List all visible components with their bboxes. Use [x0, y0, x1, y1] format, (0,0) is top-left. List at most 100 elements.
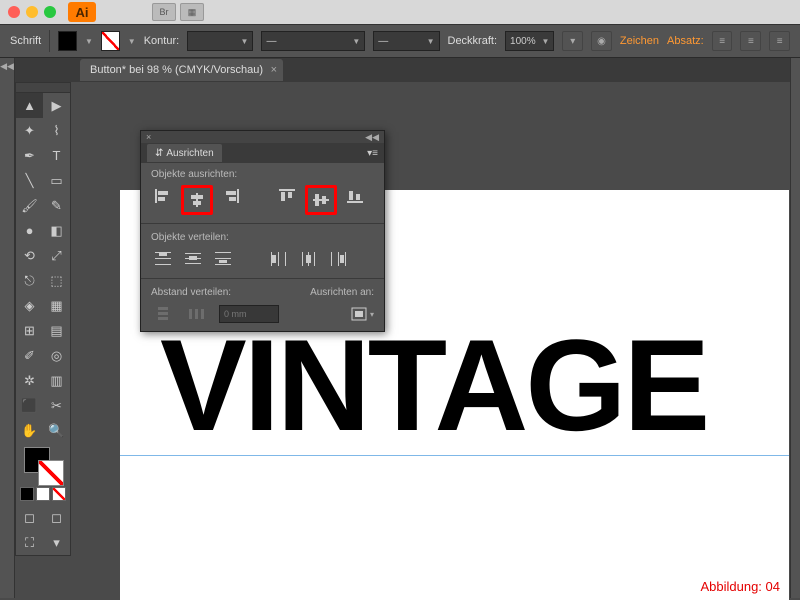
shape-builder-tool[interactable]: ◈ — [16, 293, 43, 318]
separator — [141, 223, 384, 224]
right-panel-rail[interactable] — [790, 58, 800, 598]
blend-tool[interactable]: ◎ — [43, 343, 70, 368]
stroke-profile-select[interactable]: —▼ — [261, 31, 365, 51]
align-vcenter-button[interactable] — [309, 189, 333, 211]
chevron-down-icon[interactable]: ▼ — [128, 37, 136, 46]
recolor-icon[interactable]: ◉ — [591, 31, 612, 51]
dist-vcenter-button[interactable] — [181, 248, 205, 270]
none-mode-icon[interactable] — [52, 487, 66, 501]
dist-hspace-button[interactable] — [185, 303, 209, 325]
chevron-down-icon[interactable]: ▼ — [85, 37, 93, 46]
app-logo-icon: Ai — [68, 2, 96, 22]
control-bar: Schrift ▼ ▼ Kontur: ▼ —▼ —▼ Deckkraft: 1… — [0, 24, 800, 58]
control-context-label: Schrift — [10, 35, 41, 47]
spacing-value-input: 0 mm — [219, 305, 279, 323]
section-label-distribute-objects: Objekte verteilen: — [151, 232, 374, 243]
section-label-distribute-spacing: Abstand verteilen: — [151, 287, 300, 298]
magic-wand-tool[interactable]: ✦ — [16, 118, 43, 143]
brush-select[interactable]: —▼ — [373, 31, 439, 51]
panel-menu-icon[interactable]: ▾≡ — [367, 148, 378, 159]
eyedropper-tool[interactable]: ✐ — [16, 343, 43, 368]
fill-swatch[interactable] — [58, 31, 77, 51]
selection-tool[interactable]: ▲ — [16, 93, 43, 118]
blob-brush-tool[interactable]: ● — [16, 218, 43, 243]
close-icon[interactable]: × — [146, 132, 151, 142]
arrange-docs-button[interactable]: ▦ — [180, 3, 204, 21]
draw-behind-icon[interactable]: ◻ — [43, 505, 70, 530]
paintbrush-tool[interactable]: 🖌 — [16, 193, 43, 218]
fill-stroke-control[interactable] — [16, 443, 70, 487]
highlight-marker — [305, 185, 337, 215]
free-transform-tool[interactable]: ⬚ — [43, 268, 70, 293]
document-tab[interactable]: Button* bei 98 % (CMYK/Vorschau) — [80, 59, 283, 81]
dist-bottom-button[interactable] — [211, 248, 235, 270]
align-top-button[interactable] — [275, 185, 299, 207]
type-tool[interactable]: T — [43, 143, 70, 168]
left-panel-rail[interactable]: ◀◀ — [0, 58, 15, 598]
zoom-tool[interactable]: 🔍 — [43, 418, 70, 443]
screen-mode-icon[interactable]: ⛶ — [16, 530, 43, 555]
collapse-icon[interactable]: ◀◀ — [365, 132, 379, 143]
separator — [141, 278, 384, 279]
change-screen-icon[interactable]: ▾ — [43, 530, 70, 555]
align-panel: × ◀◀ ⇵Ausrichten ▾≡ Objekte ausrichten: — [140, 130, 385, 332]
paragraph-panel-link[interactable]: Absatz: — [667, 35, 704, 47]
scale-tool[interactable]: ⤢ — [43, 243, 70, 268]
align-to-select[interactable]: ▾ — [350, 303, 374, 325]
pen-tool[interactable]: ✒ — [16, 143, 43, 168]
pencil-tool[interactable]: ✎ — [43, 193, 70, 218]
rotate-tool[interactable]: ⟲ — [16, 243, 43, 268]
stroke-label: Kontur: — [144, 35, 179, 47]
style-select[interactable]: ▾ — [562, 31, 583, 51]
opacity-input[interactable]: 100%▼ — [505, 31, 554, 51]
maximize-window-icon[interactable] — [44, 6, 56, 18]
section-label-align-objects: Objekte ausrichten: — [151, 169, 374, 180]
symbol-sprayer-tool[interactable]: ✲ — [16, 368, 43, 393]
stroke-color-icon[interactable] — [38, 460, 64, 486]
hand-tool[interactable]: ✋ — [16, 418, 43, 443]
toolbox-header[interactable] — [16, 83, 70, 93]
artboard-tool[interactable]: ⬛ — [16, 393, 43, 418]
section-label-align-to: Ausrichten an: — [310, 287, 374, 298]
line-tool[interactable]: ╲ — [16, 168, 43, 193]
graph-tool[interactable]: ▥ — [43, 368, 70, 393]
dist-hcenter-button[interactable] — [297, 248, 321, 270]
perspective-tool[interactable]: ▦ — [43, 293, 70, 318]
slice-tool[interactable]: ✂ — [43, 393, 70, 418]
eraser-tool[interactable]: ◧ — [43, 218, 70, 243]
align-hcenter-button[interactable] — [185, 189, 209, 211]
stroke-weight-input[interactable]: ▼ — [187, 31, 253, 51]
panel-tab-align[interactable]: ⇵Ausrichten — [147, 144, 222, 162]
color-mode-icon[interactable] — [20, 487, 34, 501]
align-right-button[interactable] — [219, 185, 243, 207]
align-center-icon[interactable]: ≡ — [740, 31, 761, 51]
stroke-swatch[interactable] — [101, 31, 120, 51]
dist-left-button[interactable] — [267, 248, 291, 270]
highlight-marker — [181, 185, 213, 215]
minimize-window-icon[interactable] — [26, 6, 38, 18]
draw-normal-icon[interactable]: ◻ — [16, 505, 43, 530]
align-right-icon[interactable]: ≡ — [769, 31, 790, 51]
opacity-label: Deckkraft: — [448, 35, 498, 47]
close-window-icon[interactable] — [8, 6, 20, 18]
bridge-button[interactable]: Br — [152, 3, 176, 21]
gradient-mode-icon[interactable] — [36, 487, 50, 501]
canvas-text-object[interactable]: VINTAGE — [160, 310, 789, 460]
panel-header[interactable]: × ◀◀ — [141, 131, 384, 143]
character-panel-link[interactable]: Zeichen — [620, 35, 659, 47]
align-left-button[interactable] — [151, 185, 175, 207]
width-tool[interactable]: ⎋ — [16, 268, 43, 293]
separator — [49, 30, 50, 52]
align-left-icon[interactable]: ≡ — [712, 31, 733, 51]
dist-right-button[interactable] — [327, 248, 351, 270]
lasso-tool[interactable]: ⌇ — [43, 118, 70, 143]
gradient-tool[interactable]: ▤ — [43, 318, 70, 343]
align-bottom-button[interactable] — [343, 185, 367, 207]
dist-top-button[interactable] — [151, 248, 175, 270]
window-titlebar: Ai Br ▦ — [0, 0, 800, 24]
toolbox: ▲ ▶ ✦ ⌇ ✒ T ╲ ▭ 🖌 ✎ ● ◧ ⟲ ⤢ ⎋ ⬚ ◈ ▦ ⊞ ▤ … — [15, 82, 71, 556]
rectangle-tool[interactable]: ▭ — [43, 168, 70, 193]
direct-selection-tool[interactable]: ▶ — [43, 93, 70, 118]
dist-vspace-button[interactable] — [151, 303, 175, 325]
mesh-tool[interactable]: ⊞ — [16, 318, 43, 343]
